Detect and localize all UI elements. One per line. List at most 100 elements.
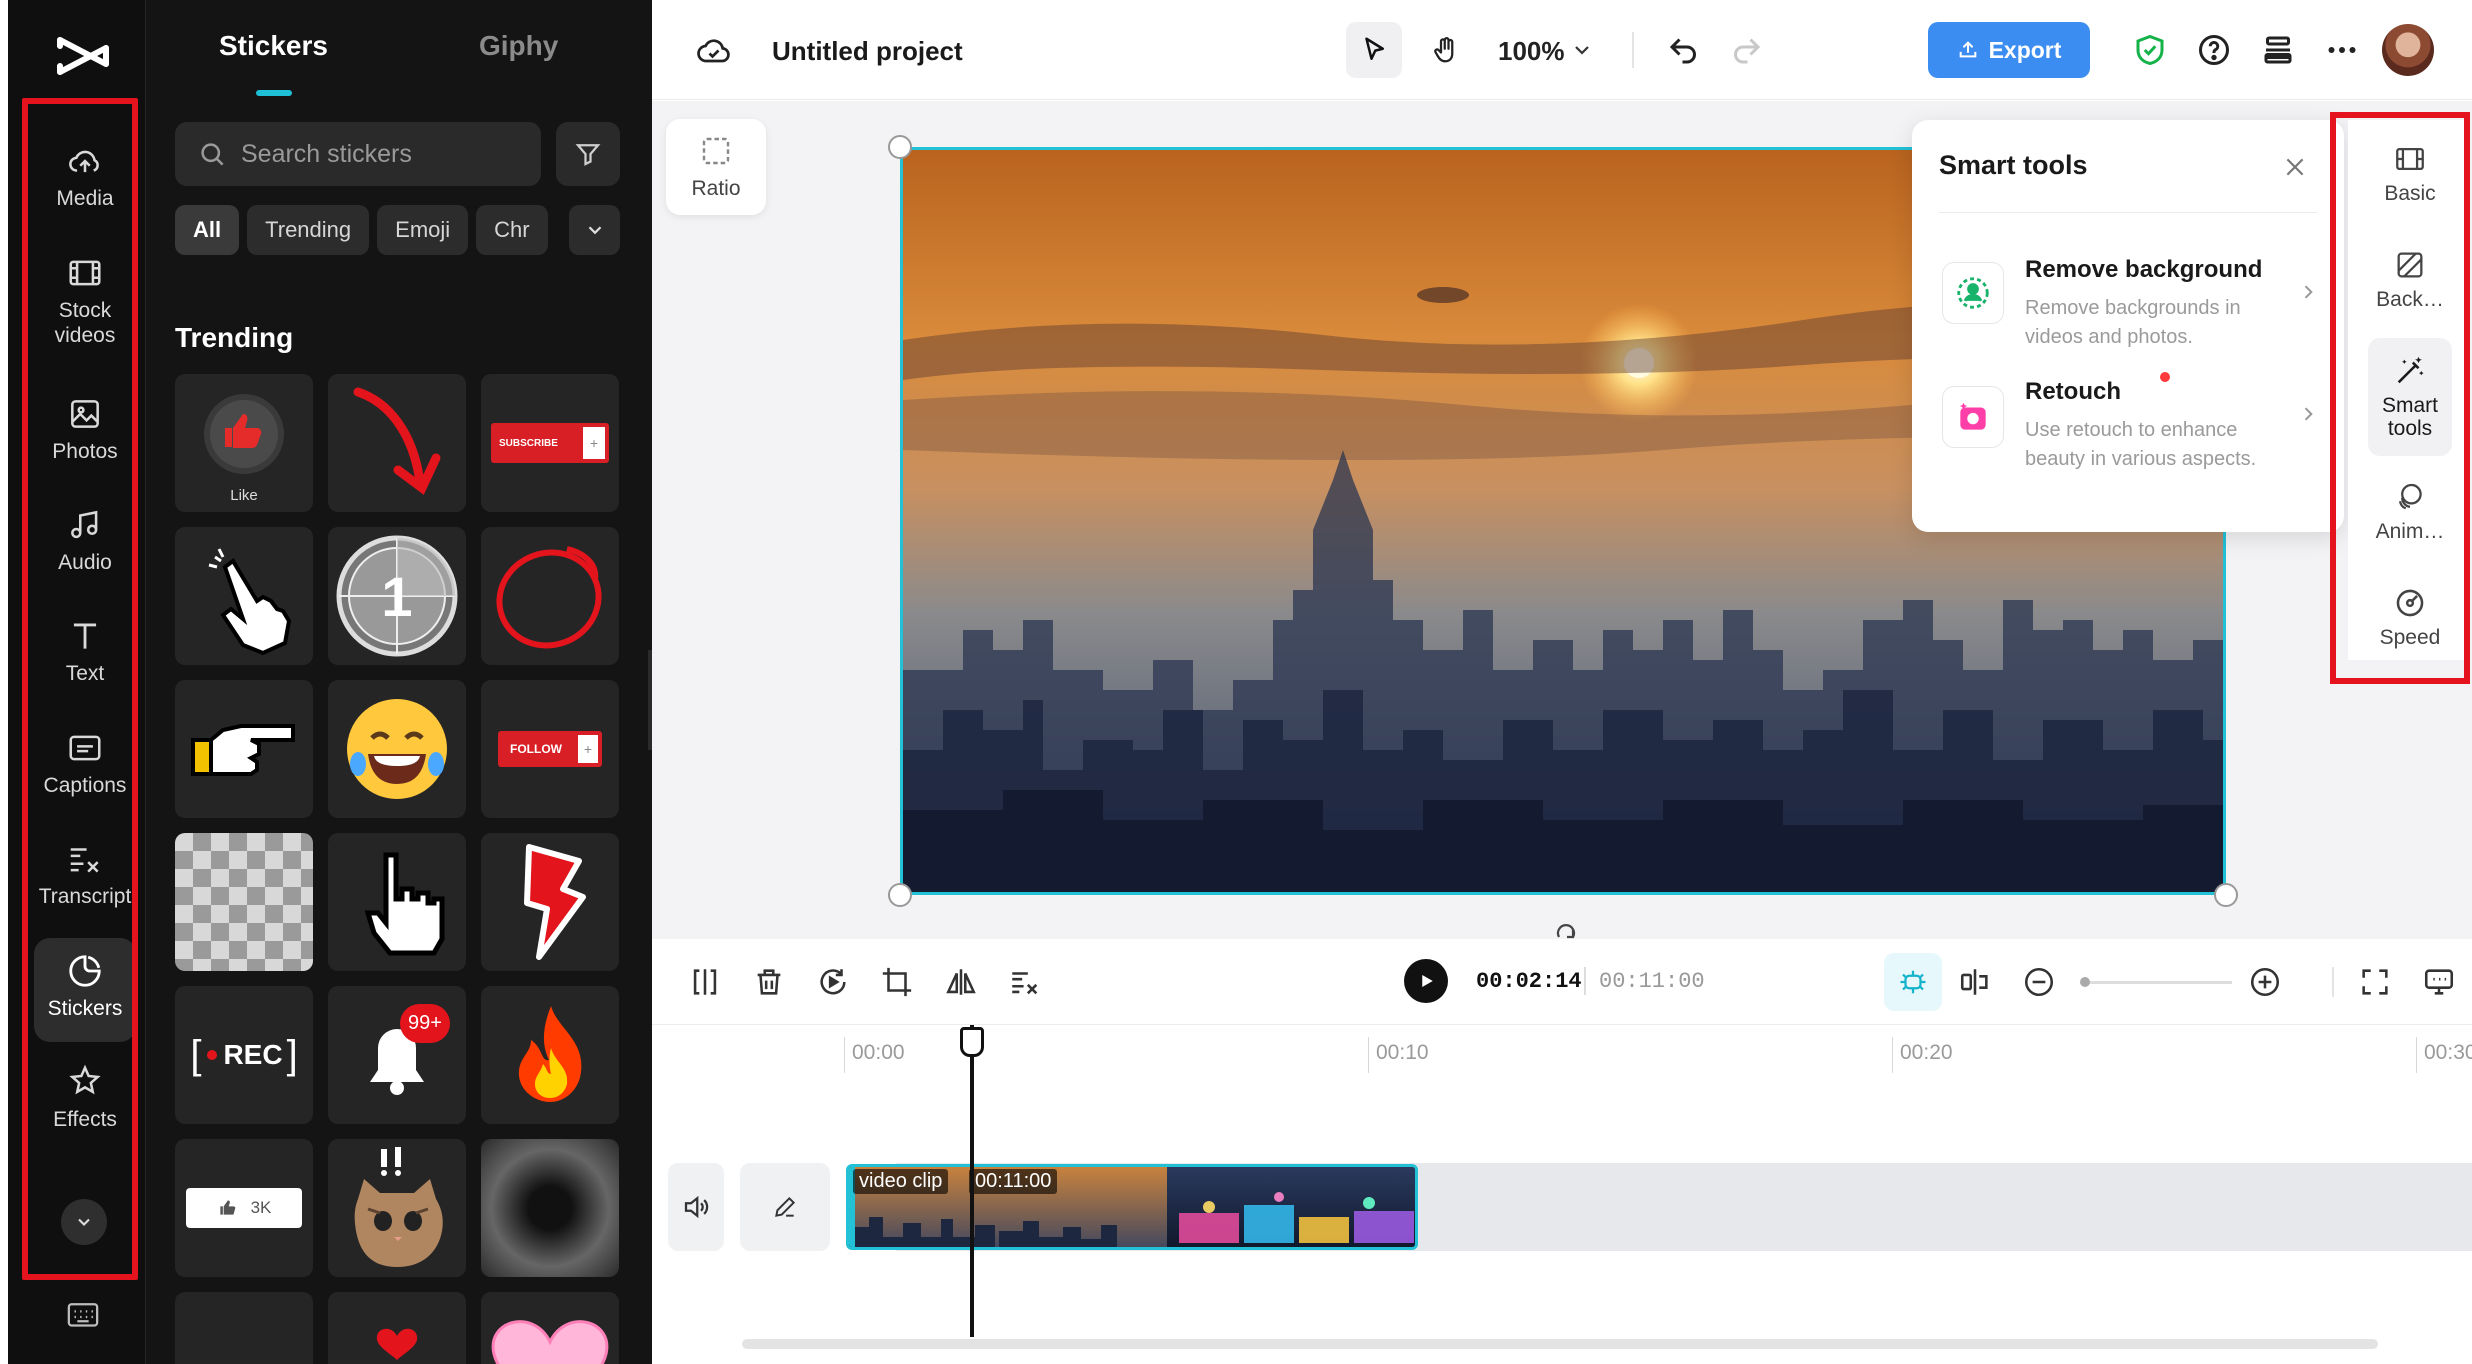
timeline-zoom-slider[interactable] (2082, 981, 2232, 984)
prop-background[interactable]: Back… (2368, 232, 2452, 330)
video-clip[interactable]: video clip 00:11:00 (846, 1164, 1418, 1250)
play-button[interactable] (1404, 959, 1448, 1003)
help-icon[interactable] (2196, 32, 2232, 68)
prop-smart-tools[interactable]: Smart tools (2368, 338, 2452, 456)
prop-animation[interactable]: Anim… (2368, 464, 2452, 562)
prop-basic[interactable]: Basic (2368, 126, 2452, 224)
capcut-logo-icon[interactable] (56, 34, 110, 78)
remove-background-tool[interactable]: Remove background Remove backgrounds in … (1928, 232, 2328, 352)
project-title[interactable]: Untitled project (772, 36, 963, 67)
timeline-scrollbar[interactable] (742, 1339, 2378, 1349)
prop-label: Anim… (2375, 520, 2445, 543)
nav-item-photos[interactable]: Photos (34, 381, 136, 485)
laughing-emoji-sticker[interactable] (328, 680, 466, 818)
ruler-tick (844, 1037, 845, 1073)
cloud-sync-icon[interactable] (696, 34, 732, 66)
export-button[interactable]: Export (1928, 22, 2090, 78)
nav-item-label: Captions (43, 774, 127, 797)
zoom-level[interactable]: 100% (1498, 36, 1565, 67)
stickers-panel: Stickers Giphy AllTrendingEmojiChr Trend… (145, 0, 652, 1364)
playback-toolbar: 00:02:14 00:11:00 (652, 939, 2472, 1025)
crop-icon[interactable] (880, 965, 914, 999)
undo-icon[interactable] (1666, 32, 1702, 68)
subscribe-button-sticker[interactable]: SUBSCRIBE + (481, 374, 619, 512)
notification-bell-sticker[interactable]: 99+ (328, 986, 466, 1124)
split-icon[interactable] (688, 965, 722, 999)
delete-icon[interactable] (752, 965, 786, 999)
search-input[interactable] (241, 139, 511, 169)
timeline-zoom-knob[interactable] (2080, 977, 2090, 987)
dark-burst-sticker[interactable] (481, 1139, 619, 1277)
avatar[interactable] (2382, 24, 2434, 76)
layers-icon[interactable] (2260, 32, 2296, 68)
retouch-tool[interactable]: Retouch Use retouch to enhance beauty in… (1928, 364, 2328, 484)
pointing-hand-cursor-sticker[interactable] (175, 527, 313, 665)
feedback-icon[interactable] (2422, 965, 2456, 999)
filter-button[interactable] (556, 122, 620, 186)
pixel-hand-cursor-sticker[interactable] (328, 833, 466, 971)
surprised-cat-sticker[interactable] (328, 1139, 466, 1277)
follow-button-sticker[interactable]: FOLLOW + (481, 680, 619, 818)
nav-more-button[interactable] (61, 1199, 107, 1245)
nav-item-effects[interactable]: Effects (34, 1049, 136, 1153)
chevron-down-icon[interactable] (1570, 38, 1594, 62)
fire-sticker[interactable] (481, 986, 619, 1124)
sticker-heart-small[interactable] (328, 1292, 466, 1364)
rotate-handle-icon[interactable] (1549, 917, 1583, 939)
playhead-handle[interactable] (960, 1027, 984, 1057)
hand-icon (1434, 37, 1454, 63)
more-options-icon[interactable] (2324, 32, 2360, 68)
resize-handle-top-left[interactable] (888, 135, 912, 159)
image-icon (71, 400, 99, 428)
thumbs-up-count-sticker[interactable]: 3K (175, 1139, 313, 1277)
zoom-out-icon[interactable] (2022, 965, 2056, 999)
chip-all[interactable]: All (175, 205, 240, 255)
hand-tool-button[interactable] (1418, 22, 1474, 78)
chip-christmas[interactable]: Chr (476, 205, 548, 255)
resize-handle-bottom-left[interactable] (888, 883, 912, 907)
split-view-icon[interactable] (1958, 965, 1992, 999)
search-box[interactable] (175, 122, 541, 186)
like-button-sticker[interactable]: Like (175, 374, 313, 512)
shield-check-icon[interactable] (2132, 32, 2168, 68)
keyboard-shortcuts-icon[interactable] (66, 1300, 100, 1330)
auto-snap-button[interactable] (1884, 953, 1942, 1011)
pink-heart-sticker[interactable] (481, 1292, 619, 1364)
track-mute-button[interactable] (668, 1163, 724, 1251)
select-tool-button[interactable] (1346, 22, 1402, 78)
redo-icon[interactable] (1728, 32, 1764, 68)
fullscreen-icon[interactable] (2358, 965, 2392, 999)
countdown-one-sticker[interactable]: 1 (328, 527, 466, 665)
nav-item-audio[interactable]: Audio (34, 492, 136, 596)
nav-item-stock-videos[interactable]: Stock videos (34, 240, 136, 364)
close-icon[interactable] (2282, 154, 2308, 180)
rec-indicator-sticker[interactable]: [ REC ] (175, 986, 313, 1124)
nav-item-captions[interactable]: Captions (34, 715, 136, 819)
music-note-icon (71, 510, 98, 539)
red-arrow-sticker[interactable] (328, 374, 466, 512)
nav-item-media[interactable]: Media (34, 128, 136, 232)
prop-speed[interactable]: Speed (2368, 570, 2452, 668)
resize-handle-bottom-right[interactable] (2214, 883, 2238, 907)
replay-icon[interactable] (816, 965, 850, 999)
chip-emoji[interactable]: Emoji (377, 205, 469, 255)
nav-item-transcript[interactable]: Transcript (34, 826, 136, 930)
nav-item-stickers[interactable]: Stickers (34, 938, 136, 1042)
red-circle-scribble-sticker[interactable] (481, 527, 619, 665)
chip-trending[interactable]: Trending (247, 205, 370, 255)
tab-stickers[interactable]: Stickers (219, 30, 328, 62)
tab-giphy[interactable]: Giphy (479, 30, 558, 62)
retouch-icon (1942, 386, 2004, 448)
chips-expand-button[interactable] (569, 205, 620, 255)
playhead[interactable] (970, 1025, 974, 1337)
track-edit-button[interactable] (740, 1163, 830, 1251)
remove-audio-icon[interactable] (1008, 965, 1042, 999)
sticker-row7-a[interactable] (175, 1292, 313, 1364)
zoom-in-icon[interactable] (2248, 965, 2282, 999)
ratio-button[interactable]: Ratio (666, 119, 766, 215)
pointing-finger-sticker[interactable] (175, 680, 313, 818)
pixel-mosaic-sticker[interactable] (175, 833, 313, 971)
nav-item-text[interactable]: Text (34, 603, 136, 707)
flip-icon[interactable] (944, 965, 978, 999)
lightning-bolt-sticker[interactable] (481, 833, 619, 971)
